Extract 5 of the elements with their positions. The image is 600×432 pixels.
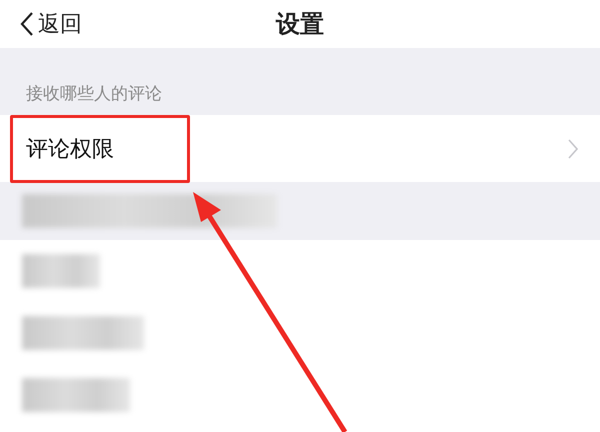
chevron-right-icon bbox=[568, 138, 578, 158]
screen-title: 设置 bbox=[276, 10, 324, 38]
back-button[interactable]: 返回 bbox=[0, 8, 88, 40]
back-chevron-icon bbox=[20, 11, 34, 37]
section-header: 接收哪些人的评论 bbox=[26, 83, 162, 105]
